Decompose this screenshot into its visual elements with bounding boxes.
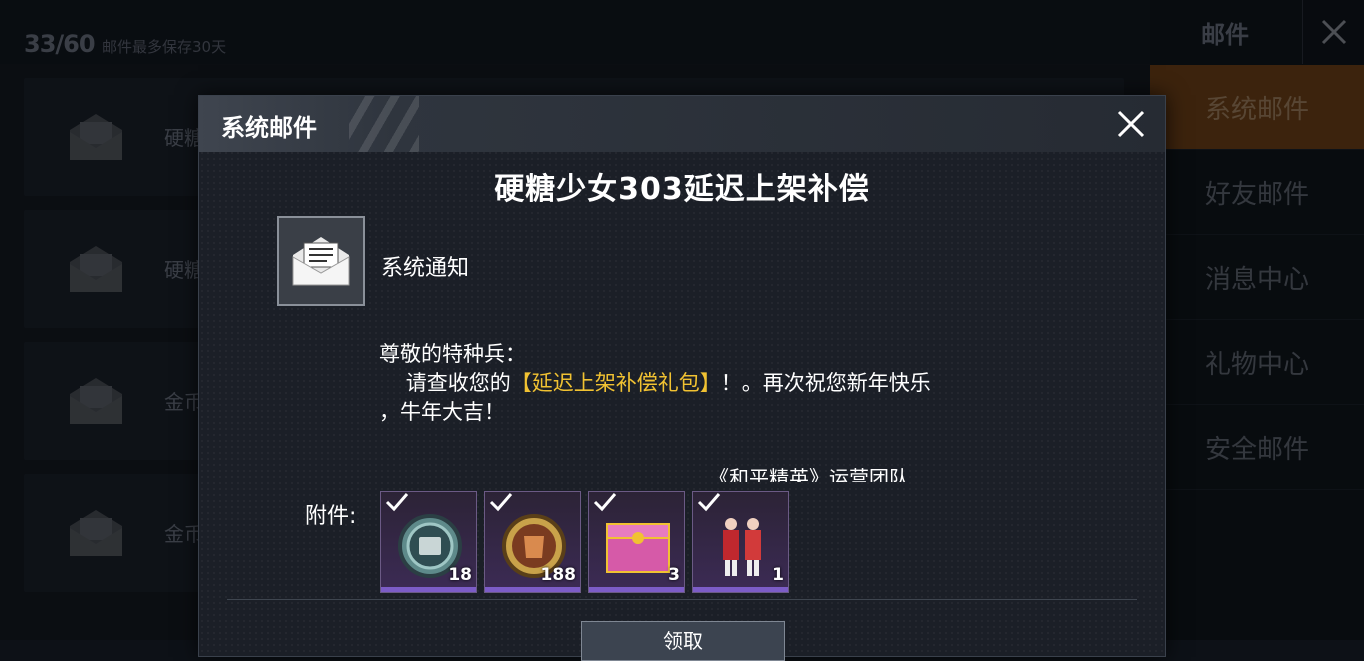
mail-signature: 《和平精英》运营团队 <box>709 466 909 482</box>
attachment-item[interactable]: 188 <box>484 491 581 593</box>
sender-avatar <box>277 216 365 306</box>
body-suffix: ！。再次祝您新年快乐 <box>720 371 931 395</box>
mail-heading: 硬糖少女303延迟上架补偿 <box>494 172 870 207</box>
close-dialog-button[interactable] <box>1109 104 1153 144</box>
attachment-item[interactable]: 18 <box>380 491 477 593</box>
greeting: 尊敬的特种兵： <box>379 342 526 366</box>
attachment-quantity: 3 <box>668 565 680 585</box>
attachment-quantity: 1 <box>772 565 784 585</box>
dialog-title: 系统邮件 <box>221 114 317 142</box>
attachment-item[interactable]: 3 <box>588 491 685 593</box>
attachment-list: 18 188 3 1 <box>380 491 789 593</box>
header-stripes <box>349 96 419 152</box>
gift-pack-name: 【延迟上架补偿礼包】 <box>510 371 721 395</box>
attachment-item[interactable]: 1 <box>692 491 789 593</box>
open-envelope-icon <box>292 237 350 286</box>
checkmark-icon <box>385 493 409 512</box>
attachment-quantity: 18 <box>448 565 472 585</box>
claim-button[interactable]: 领取 <box>581 621 785 661</box>
attachments-label: 附件: <box>305 504 357 529</box>
dialog-divider <box>227 599 1137 600</box>
checkmark-icon <box>489 493 513 512</box>
body-prefix: 请查收您的 <box>379 371 511 395</box>
sender-name: 系统通知 <box>381 256 470 281</box>
attachment-quantity: 188 <box>540 565 577 585</box>
mail-detail-dialog: 系统邮件 硬糖少女303延迟上架补偿 系统通知 尊敬的特种兵： 请查收您的【延迟… <box>198 95 1166 661</box>
character-outfit-icon <box>723 518 761 576</box>
checkmark-icon <box>593 493 617 512</box>
close-icon <box>1117 110 1145 138</box>
dialog-header: 系统邮件 <box>199 96 1165 152</box>
body-closing: ，牛年大吉！ <box>379 400 505 424</box>
checkmark-icon <box>697 493 721 512</box>
mail-body: 尊敬的特种兵： 请查收您的【延迟上架补偿礼包】！。再次祝您新年快乐 ，牛年大吉！ <box>379 340 1079 427</box>
pink-chest-icon <box>606 523 670 573</box>
